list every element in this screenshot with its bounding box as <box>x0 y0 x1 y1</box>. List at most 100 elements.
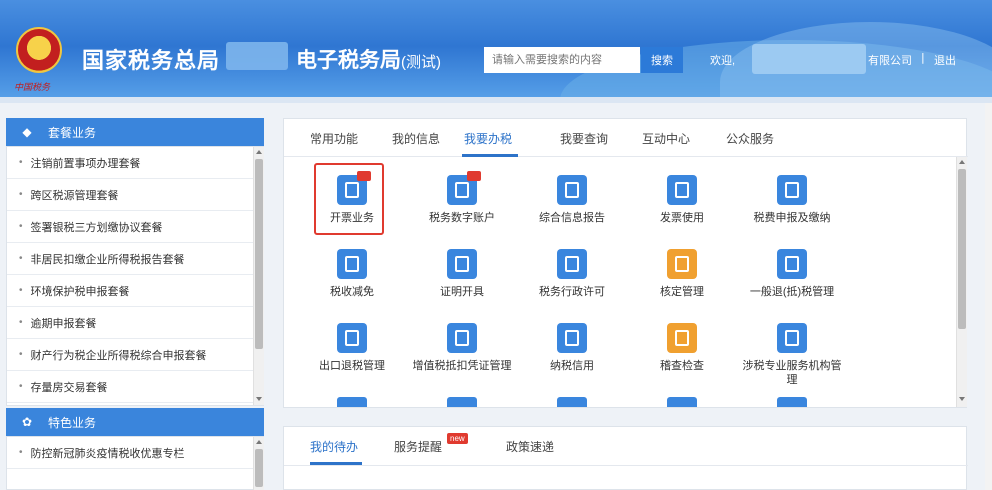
scroll-up-icon[interactable] <box>959 160 965 164</box>
icon-glyph <box>675 256 689 272</box>
sidebar-item[interactable]: • 存量房交易套餐 <box>7 371 263 403</box>
bullet-icon: • <box>19 157 23 168</box>
redacted-user <box>752 44 866 74</box>
scroll-up-icon[interactable] <box>256 150 262 154</box>
scroll-thumb[interactable] <box>255 159 263 349</box>
tab-4[interactable]: 互动中心 <box>642 130 690 147</box>
scroll-thumb[interactable] <box>255 449 263 487</box>
sidebar-item[interactable]: • 防控新冠肺炎疫情税收优惠专栏 <box>7 437 263 469</box>
tab-reminder[interactable]: 服务提醒 <box>394 438 442 455</box>
sidebar-item-label: 签署银税三方划缴协议套餐 <box>30 221 163 234</box>
header-strip <box>0 97 992 103</box>
icon-glyph <box>565 182 579 198</box>
sidebar-special-header[interactable]: ✿ 特色业务 <box>6 408 264 436</box>
welcome-text: 欢迎, <box>710 55 736 67</box>
function-item-partial <box>777 397 807 407</box>
function-item[interactable]: 纳税信用 <box>512 323 632 373</box>
tab-todo[interactable]: 我的待办 <box>310 438 358 455</box>
bullet-icon: • <box>19 221 23 232</box>
tab-3[interactable]: 我要查询 <box>560 130 608 147</box>
sidebar-item-label: 逾期申报套餐 <box>30 317 97 330</box>
sidebar-item[interactable]: • 签署银税三方划缴协议套餐 <box>7 211 263 243</box>
credit-icon <box>557 323 587 353</box>
invoice-use-icon <box>667 175 697 205</box>
function-label: 一般退(抵)税管理 <box>749 286 835 298</box>
function-item[interactable]: 稽查检查 <box>622 323 742 373</box>
icon-glyph <box>675 182 689 198</box>
sidebar-item[interactable]: • 非居民扣缴企业所得税报告套餐 <box>7 243 263 275</box>
tax-emblem-icon <box>16 27 62 73</box>
function-label: 核定管理 <box>660 286 704 298</box>
scroll-down-icon[interactable] <box>256 397 262 401</box>
sidebar-item[interactable]: • 环境保护税申报套餐 <box>7 275 263 307</box>
tab-policy[interactable]: 政策速递 <box>506 438 554 455</box>
tab-5[interactable]: 公众服务 <box>726 130 774 147</box>
sidebar-item-label: 跨区税源管理套餐 <box>30 189 119 202</box>
assess-icon <box>667 249 697 279</box>
highlight-box <box>314 163 384 235</box>
tab-1[interactable]: 我的信息 <box>392 130 440 147</box>
function-item[interactable]: 一般退(抵)税管理 <box>732 249 852 299</box>
main-tabs: 常用功能 我的信息 我要办税 我要查询 互动中心 公众服务 <box>284 119 968 157</box>
function-item[interactable]: 增值税抵扣凭证管理 <box>402 323 522 373</box>
sidebar-item[interactable]: • 逾期申报套餐 <box>7 307 263 339</box>
sidebar-item[interactable]: • 财产行为税企业所得税综合申报套餐 <box>7 339 263 371</box>
sidebar-scrollbar[interactable] <box>253 147 264 405</box>
function-label: 税费申报及缴纳 <box>753 212 831 224</box>
emblem-text: 中国税务 <box>14 83 51 93</box>
grid-icon: ✿ <box>21 415 33 429</box>
function-label: 综合信息报告 <box>539 212 605 224</box>
sidebar-item[interactable]: • 跨区税源管理套餐 <box>7 179 263 211</box>
sidebar-special-scrollbar[interactable] <box>253 437 264 490</box>
tax-relief-icon <box>337 249 367 279</box>
function-item[interactable]: 综合信息报告 <box>512 175 632 225</box>
icon-glyph <box>565 256 579 272</box>
function-item[interactable]: 税收减免 <box>292 249 412 299</box>
scroll-down-icon[interactable] <box>959 397 965 401</box>
function-label: 稽查检查 <box>660 360 704 372</box>
sidebar-package-header[interactable]: ◆ 套餐业务 <box>6 118 264 146</box>
sidebar-item-label: 存量房交易套餐 <box>30 381 108 394</box>
logout-link[interactable]: 退出 <box>934 52 956 68</box>
sidebar-item-label: 环境保护税申报套餐 <box>30 285 130 298</box>
permit-icon <box>557 249 587 279</box>
bullet-icon: • <box>19 447 23 458</box>
new-badge: new <box>447 433 468 444</box>
function-item[interactable]: 税务行政许可 <box>512 249 632 299</box>
sidebar-item-label: 防控新冠肺炎疫情税收优惠专栏 <box>30 447 185 460</box>
icon-glyph <box>785 256 799 272</box>
function-item[interactable]: 涉税专业服务机构管 理 <box>732 323 852 387</box>
vat-voucher-icon <box>447 323 477 353</box>
tab-0[interactable]: 常用功能 <box>310 130 358 147</box>
bottom-panel: 我的待办 服务提醒 new 政策速递 <box>283 426 968 490</box>
scroll-up-icon[interactable] <box>256 440 262 444</box>
function-item[interactable]: 发票使用 <box>622 175 742 225</box>
function-item-partial <box>667 397 697 407</box>
function-item[interactable]: 税费申报及缴纳 <box>732 175 852 225</box>
icon-glyph <box>565 330 579 346</box>
function-item[interactable]: 核定管理 <box>622 249 742 299</box>
digital-account-icon <box>447 171 481 205</box>
inspection-icon <box>667 323 697 353</box>
function-grid: 开票业务 税务数字账户 综合信息报告 发票使用 税费申报及缴纳 税收减免 证明开具 税务行政许… <box>284 157 954 407</box>
scroll-thumb[interactable] <box>958 169 966 329</box>
page-scrollbar[interactable] <box>985 103 992 490</box>
bullet-icon: • <box>19 317 23 328</box>
function-item[interactable]: 出口退税管理 <box>292 323 412 373</box>
search-input[interactable] <box>484 47 640 73</box>
tab-2[interactable]: 我要办税 <box>464 130 512 147</box>
main-panel: 常用功能 我的信息 我要办税 我要查询 互动中心 公众服务 开票业务 税务数字账户 综合信息报… <box>283 118 968 408</box>
search-button[interactable]: 搜索 <box>641 47 683 73</box>
sidebar-item[interactable]: • 注销前置事项办理套餐 <box>7 147 263 179</box>
system-name: 电子税务局 <box>296 49 401 72</box>
refund-icon <box>777 249 807 279</box>
function-item[interactable]: 税务数字账户 <box>402 171 522 225</box>
sidebar-special-title: 特色业务 <box>48 415 97 430</box>
grid-scrollbar[interactable] <box>956 157 967 407</box>
new-tag-icon <box>467 171 481 181</box>
info-report-icon <box>557 175 587 205</box>
divider <box>284 465 968 466</box>
system-suffix: (测试) <box>401 54 441 71</box>
redacted-block <box>226 42 288 70</box>
function-item[interactable]: 证明开具 <box>402 249 522 299</box>
